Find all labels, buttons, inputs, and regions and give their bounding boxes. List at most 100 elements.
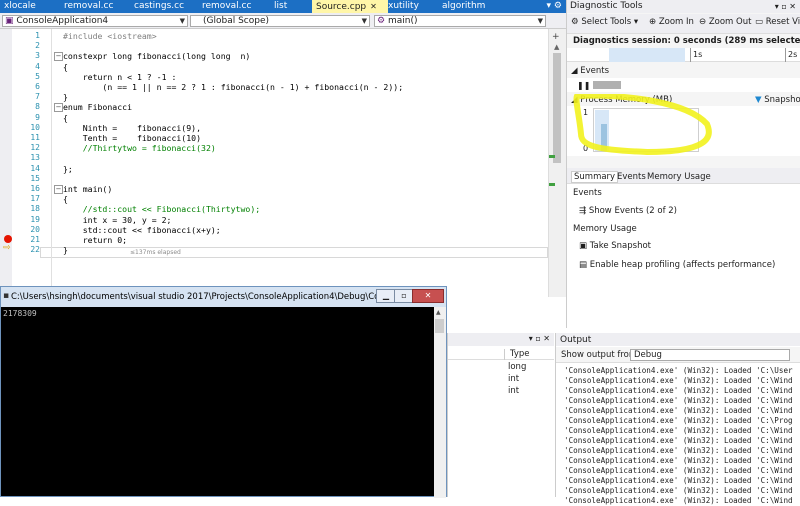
tab-xlocale[interactable]: xlocale [0,0,64,13]
line-number: 8 [35,102,40,112]
chevron-up-icon[interactable]: ▲ [436,309,441,316]
scrollbar-thumb[interactable] [435,319,444,333]
code-line[interactable]: return n < 1 ? -1 : [63,72,177,82]
chevron-down-icon[interactable]: ▾ [547,1,552,11]
code-line[interactable]: { [63,62,68,72]
zoom-in-button[interactable]: ⊕ Zoom In [649,17,694,27]
scope-name: (Global Scope) [203,16,270,26]
heap-profiling-toggle[interactable]: ▤ Enable heap profiling (affects perform… [579,260,775,270]
line-number: 18 [30,204,40,214]
reset-view-button[interactable]: ▭ Reset View [755,17,800,27]
diagnostic-tabs: Summary Events Memory Usage [567,168,800,184]
line-number: 2 [35,41,40,51]
tab-removal-2[interactable]: removal.cc [198,0,274,13]
code-line[interactable]: std::cout << fibonacci(x+y); [63,225,221,235]
member-dropdown[interactable]: ⚙ main() ▼ [374,15,546,27]
code-line[interactable]: #include <iostream> [63,31,157,41]
tab-removal[interactable]: removal.cc [60,0,134,13]
close-button[interactable]: ✕ [412,289,444,303]
perf-tip: ≤137ms elapsed [130,249,181,256]
events-section-header[interactable]: ◢ Events [571,66,609,76]
breakpoint-gutter[interactable] [0,29,12,297]
minimize-button[interactable]: ▁ [376,289,396,303]
editor-scrollbar[interactable]: + ▲ [548,29,566,297]
select-tools-button[interactable]: ⚙ Select Tools ▾ [571,17,638,27]
tab-list[interactable]: list [270,0,316,13]
code-line[interactable]: Ninth = fibonacci(9), [63,123,201,133]
take-snapshot-button[interactable]: ▣ Take Snapshot [579,241,651,251]
event-bar[interactable] [593,81,621,89]
code-line[interactable]: int main() [63,184,112,194]
tab-summary[interactable]: Summary [571,171,619,183]
code-line[interactable]: Tenth = fibonacci(10) [63,133,201,143]
code-line[interactable]: } [63,245,68,255]
heap-profiling-label: Enable heap profiling (affects performan… [589,260,776,270]
type-column-header[interactable]: Type [510,349,530,359]
zoom-out-button[interactable]: ⊖ Zoom Out [699,17,751,27]
ruler-tick [690,48,691,62]
tab-xutility[interactable]: xutility [384,0,442,13]
close-icon[interactable]: ✕ [370,2,377,11]
tab-algorithm[interactable]: algorithm [438,0,502,13]
scope-dropdown[interactable]: (Global Scope) ▼ [190,15,370,27]
collapse-toggle-icon[interactable]: − [54,52,63,62]
events-icon: ⇶ [579,206,587,216]
collapse-toggle-icon[interactable]: − [54,185,63,194]
line-number: 17 [30,194,40,204]
code-line[interactable]: { [63,194,68,204]
line-number: 11 [30,133,40,142]
panel-title: Diagnostic Tools [570,1,643,11]
output-source-dropdown[interactable]: Debug [630,349,790,361]
line-number: 20 [30,224,40,234]
reset-icon: ▭ [755,17,764,27]
tab-label: castings.cc [134,1,185,11]
tab-source-cpp[interactable]: Source.cpp ✕ [312,0,388,13]
output-source-value: Debug [634,350,662,360]
tab-events[interactable]: Events [617,172,646,182]
chevron-up-icon[interactable]: ▲ [554,43,559,51]
scrollbar-thumb[interactable] [553,53,561,163]
selected-range[interactable] [609,48,685,62]
tab-overflow-controls[interactable]: ▾ ⚙ [547,0,562,13]
chevron-down-icon: ◢ [571,66,578,76]
panel-controls[interactable]: ▾ ▫ ✕ [529,334,550,343]
settings-icon[interactable]: ⚙ [554,1,562,11]
tab-castings[interactable]: castings.cc [130,0,202,13]
console-title-bar[interactable]: ▪ C:\Users\hsingh\documents\visual studi… [1,287,446,307]
console-scrollbar[interactable]: ▲ [434,307,446,498]
line-number: 12 [30,143,40,153]
output-line: 'ConsoleApplication4.exe' (Win32): Loade… [564,416,793,425]
change-marker [549,183,555,186]
code-line[interactable]: }; [63,164,73,174]
tab-memory-usage[interactable]: Memory Usage [647,172,711,182]
project-dropdown[interactable]: ▣ ConsoleApplication4 ▼ [2,15,188,27]
tab-label: Source.cpp [316,2,367,12]
timeline-ruler[interactable]: 1s 2s [567,48,800,62]
pause-icon: ❚❚ [577,81,591,90]
navigation-bar: ▣ ConsoleApplication4 ▼ (Global Scope) ▼… [0,13,566,29]
console-window[interactable]: ▪ C:\Users\hsingh\documents\visual studi… [0,286,447,498]
collapse-toggle-icon[interactable]: − [54,103,63,113]
code-line[interactable]: } [63,92,68,102]
code-line[interactable]: //std::cout << Fibonacci(Thirtytwo); [63,204,260,214]
code-line[interactable]: return 0; [63,235,127,245]
document-tab-strip: xlocale removal.cc castings.cc removal.c… [0,0,566,13]
outline-margin [42,29,52,297]
split-icon[interactable]: + [552,32,560,42]
code-line[interactable]: (n == 1 || n == 2 ? 1 : fibonacci(n - 1)… [63,82,403,92]
zoom-in-label: Zoom In [658,17,694,27]
code-line[interactable]: { [63,113,68,123]
memory-graph[interactable]: 1 0 [567,94,800,156]
code-line[interactable]: constexpr long fibonacci(long long n) [63,51,250,61]
show-events-link[interactable]: ⇶ Show Events (2 of 2) [579,206,677,216]
panel-controls[interactable]: ▾ ▫ ✕ [775,0,796,13]
output-line: 'ConsoleApplication4.exe' (Win32): Loade… [564,486,793,495]
code-editor[interactable]: 1 #include <iostream> 2 3 constexpr long fib… [0,29,555,297]
breakpoint-icon[interactable] [4,235,12,243]
maximize-button[interactable]: ▫ [394,289,414,303]
code-line[interactable]: int x = 30, y = 2; [63,215,172,225]
code-line[interactable]: //Thirtytwo = fibonacci(32) [63,143,216,153]
events-track[interactable]: ❚❚ [567,78,800,92]
output-line: 'ConsoleApplication4.exe' (Win32): Loade… [564,396,793,405]
code-line[interactable]: enum Fibonacci [63,102,132,112]
